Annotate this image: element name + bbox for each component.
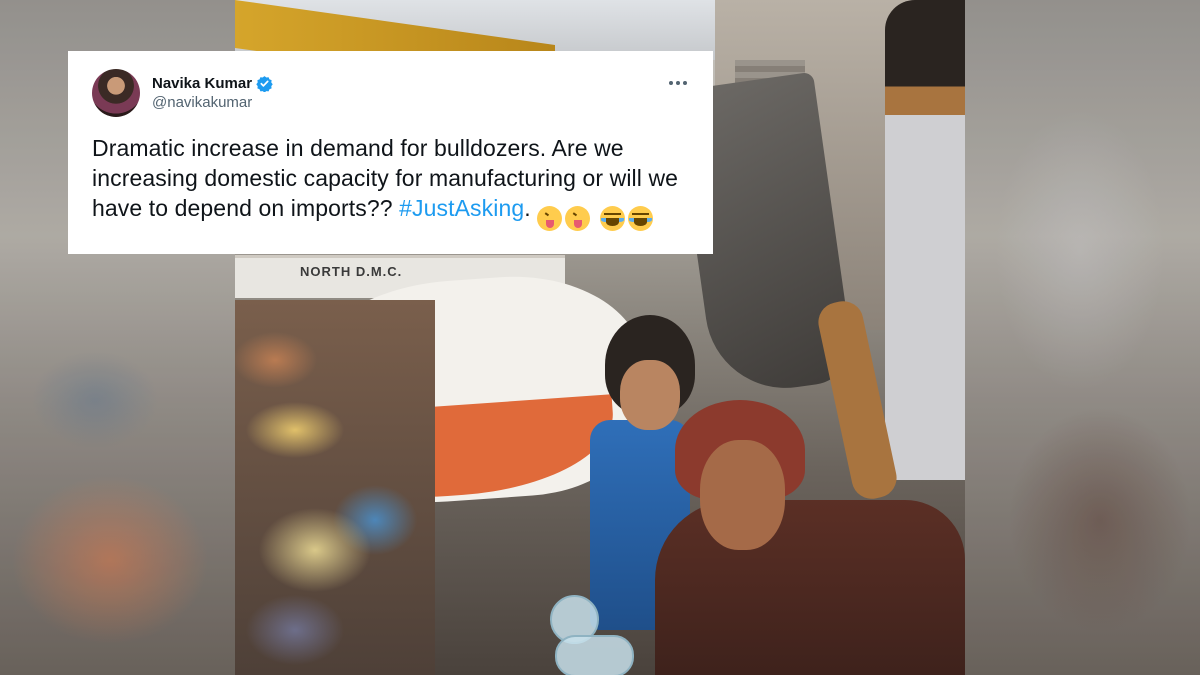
tweet-punctuation: . <box>524 195 538 221</box>
woman-face <box>700 440 785 550</box>
woman-shawl <box>655 500 965 675</box>
tweet-header: Navika Kumar @navikakumar <box>92 69 689 117</box>
squinting-face-with-tongue-emoji-icon: squinting-face-with-tongue <box>537 206 563 231</box>
hashtag-link[interactable]: #JustAsking <box>399 195 524 221</box>
water-bottle <box>555 635 634 675</box>
author-info: Navika Kumar @navikakumar <box>152 75 273 111</box>
verified-badge-icon <box>256 76 273 92</box>
face-with-tears-of-joy-emoji-icon: face-with-tears-of-joy <box>599 206 625 231</box>
name-row: Navika Kumar <box>152 75 273 92</box>
banner-text: NORTH D.M.C. <box>300 264 403 279</box>
tweet-body: Dramatic increase in demand for bulldoze… <box>92 135 679 221</box>
squinting-face-with-tongue-emoji-icon: squinting-face-with-tongue <box>565 206 591 231</box>
tweet-text: Dramatic increase in demand for bulldoze… <box>92 133 689 231</box>
avatar[interactable] <box>92 69 140 117</box>
handle[interactable]: @navikakumar <box>152 94 273 111</box>
more-options-icon[interactable] <box>667 75 689 91</box>
display-name[interactable]: Navika Kumar <box>152 75 252 92</box>
boy-face <box>620 360 680 430</box>
standing-man <box>885 0 965 480</box>
tweet-card: Navika Kumar @navikakumar Dramatic incre… <box>68 51 713 254</box>
pile-of-clothes <box>235 300 435 675</box>
face-with-tears-of-joy-emoji-icon: face-with-tears-of-joy <box>627 206 653 231</box>
